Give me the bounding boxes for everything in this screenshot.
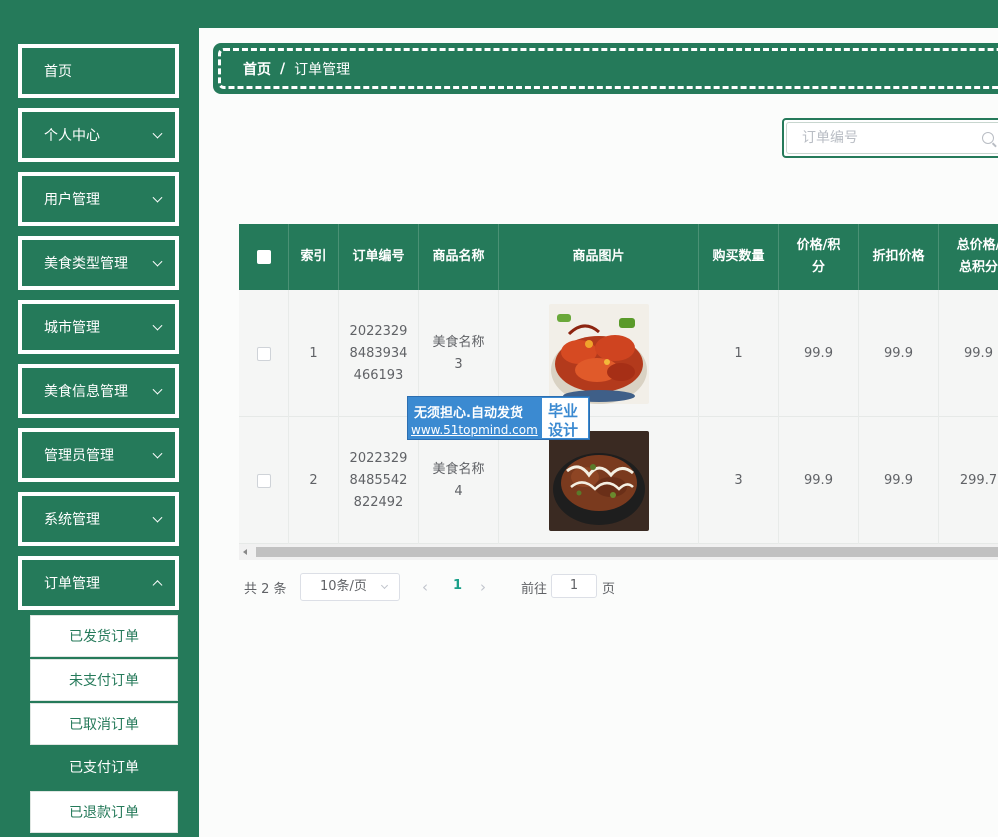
sidebar-item-system-management[interactable]: 系统管理	[18, 492, 179, 546]
select-all-header-cell	[239, 224, 289, 290]
row-checkbox[interactable]	[256, 473, 271, 488]
sidebar-item-food-info-management[interactable]: 美食信息管理	[18, 364, 179, 418]
breadcrumb-home-link[interactable]: 首页	[243, 59, 271, 79]
sidebar-item-home[interactable]: 首页	[18, 44, 179, 98]
prev-page-button[interactable]: ‹	[422, 578, 428, 596]
breadcrumb-current: 订单管理	[294, 61, 351, 78]
chevron-down-icon	[152, 128, 163, 139]
column-header-index[interactable]: 索引	[289, 224, 339, 290]
page-number-current[interactable]: 1	[453, 578, 462, 593]
submenu-item-label: 已取消订单	[69, 717, 139, 733]
watermark-line1: 无须担心.自动发货	[414, 406, 523, 421]
watermark-badge-line2: 设计	[548, 421, 579, 439]
column-header-product-image[interactable]: 商品图片	[499, 224, 699, 290]
sidebar-item-user-management[interactable]: 用户管理	[18, 172, 179, 226]
next-page-button[interactable]: ›	[480, 578, 486, 596]
chevron-up-icon	[152, 580, 163, 591]
sidebar-item-label: 首页	[44, 64, 72, 80]
sidebar-item-label: 用户管理	[44, 192, 100, 208]
submenu-item-refunded-orders[interactable]: 已退款订单	[30, 791, 178, 833]
table-row: 1 20223298483934466193 美食名称3 1 99.9 99.9…	[239, 290, 998, 417]
sidebar-item-label: 美食信息管理	[44, 384, 128, 400]
breadcrumb-separator: /	[280, 60, 286, 77]
watermark-link: www.51topmind.com	[411, 423, 538, 437]
search-input-wrapper	[786, 122, 998, 154]
watermark-badge-line1: 毕业	[548, 402, 579, 420]
cell-total: 99.9	[939, 290, 998, 417]
column-header-total[interactable]: 总价格/总积分	[939, 224, 998, 290]
cell-price: 99.9	[779, 290, 859, 417]
sidebar-item-label: 订单管理	[44, 576, 100, 592]
submenu-item-label: 未支付订单	[69, 673, 139, 689]
cell-discount-price: 99.9	[859, 417, 939, 544]
row-checkbox-cell	[239, 290, 289, 417]
crayfish-dish-image[interactable]	[548, 303, 649, 404]
goto-label: 前往	[521, 582, 548, 597]
chevron-down-icon	[152, 192, 163, 203]
submenu-item-label: 已退款订单	[69, 805, 139, 821]
cell-total: 299.7	[939, 417, 998, 544]
column-header-price[interactable]: 价格/积分	[779, 224, 859, 290]
chevron-down-icon	[152, 512, 163, 523]
column-header-discount-price[interactable]: 折扣价格	[859, 224, 939, 290]
submenu-item-cancelled-orders[interactable]: 已取消订单	[30, 703, 178, 745]
cell-price: 99.9	[779, 417, 859, 544]
sidebar-item-label: 城市管理	[44, 320, 100, 336]
pagination-total: 共 2 条	[244, 582, 287, 597]
goto-unit-label: 页	[602, 582, 616, 597]
breadcrumb: 首页 / 订单管理	[213, 43, 998, 94]
column-header-quantity[interactable]: 购买数量	[699, 224, 779, 290]
submenu-item-paid-orders[interactable]: 已支付订单	[30, 746, 178, 788]
cell-index: 1	[289, 290, 339, 417]
sidebar-item-label: 系统管理	[44, 512, 100, 528]
select-all-checkbox[interactable]	[256, 250, 271, 264]
cell-quantity: 1	[699, 290, 779, 417]
top-header-bar	[0, 0, 998, 28]
sidebar-item-label: 管理员管理	[44, 448, 114, 464]
order-number-search-input[interactable]	[802, 130, 962, 146]
row-checkbox[interactable]	[256, 346, 271, 361]
sidebar-item-order-management[interactable]: 订单管理	[18, 556, 179, 610]
table-row: 2 20223298485542822492 美食名称4 3 99.9 99.9…	[239, 417, 998, 544]
horizontal-scrollbar[interactable]	[239, 544, 998, 560]
chevron-down-icon	[152, 448, 163, 459]
sidebar: 首页 个人中心 用户管理 美食类型管理 城市管理 美食信息管理 管理员管理 系统…	[0, 28, 199, 837]
sidebar-item-personal-center[interactable]: 个人中心	[18, 108, 179, 162]
chevron-down-icon	[152, 256, 163, 267]
cell-quantity: 3	[699, 417, 779, 544]
sidebar-item-label: 美食类型管理	[44, 256, 128, 272]
column-header-product-name[interactable]: 商品名称	[419, 224, 499, 290]
chevron-down-icon	[380, 581, 389, 590]
page-size-value: 10条/页	[320, 579, 367, 594]
table-header: 索引 订单编号 商品名称 商品图片 购买数量 价格/积分 折扣价格 总价格/总积…	[239, 224, 998, 290]
chevron-down-icon	[152, 320, 163, 331]
scrollbar-thumb[interactable]	[256, 547, 998, 557]
cell-index: 2	[289, 417, 339, 544]
submenu-item-label: 已支付订单	[69, 760, 139, 776]
sidebar-item-city-management[interactable]: 城市管理	[18, 300, 179, 354]
search-box	[782, 118, 998, 158]
submenu-item-shipped-orders[interactable]: 已发货订单	[30, 615, 178, 657]
breadcrumb-inner: 首页 / 订单管理	[218, 48, 998, 89]
scroll-left-arrow-icon[interactable]	[243, 549, 247, 555]
row-checkbox-cell	[239, 417, 289, 544]
submenu-item-unpaid-orders[interactable]: 未支付订单	[30, 659, 178, 701]
sidebar-item-admin-management[interactable]: 管理员管理	[18, 428, 179, 482]
watermark-banner: 无须担心.自动发货 www.51topmind.com 毕业 设计	[407, 396, 590, 440]
cell-discount-price: 99.9	[859, 290, 939, 417]
sidebar-item-food-type-management[interactable]: 美食类型管理	[18, 236, 179, 290]
sidebar-item-label: 个人中心	[44, 128, 100, 144]
chevron-down-icon	[152, 384, 163, 395]
goto-page-input[interactable]: 1	[551, 574, 597, 598]
page-size-select[interactable]: 10条/页	[300, 573, 400, 601]
search-icon[interactable]	[982, 132, 994, 144]
submenu-item-label: 已发货订单	[69, 629, 139, 645]
grilled-meat-dish-image[interactable]	[548, 430, 649, 531]
pagination: 共 2 条 10条/页 ‹ 1 › 前往 1 页	[244, 573, 664, 601]
column-header-order-number[interactable]: 订单编号	[339, 224, 419, 290]
